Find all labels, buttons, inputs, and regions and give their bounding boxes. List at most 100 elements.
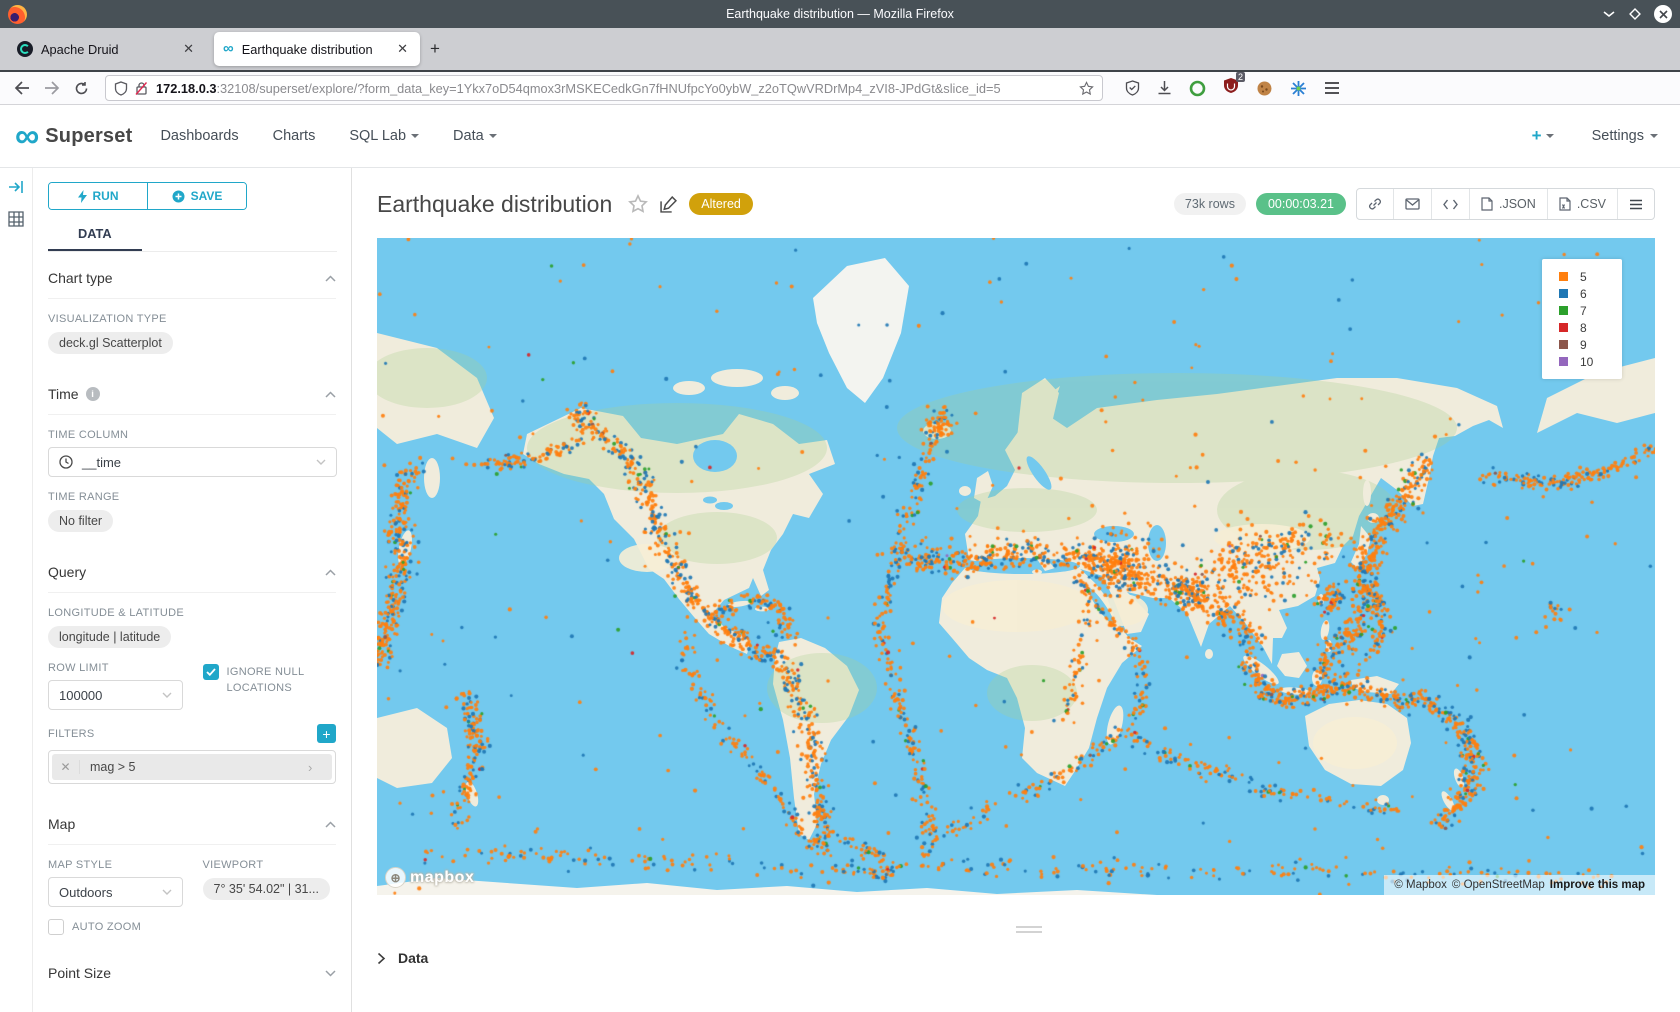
- back-icon[interactable]: [14, 81, 30, 95]
- nav-item-data[interactable]: Data: [453, 128, 497, 144]
- viewport-value[interactable]: 7° 35' 54.02" | 31...: [203, 878, 330, 900]
- close-icon[interactable]: [1654, 5, 1672, 23]
- expand-dataset-panel-icon[interactable]: [8, 180, 24, 194]
- chevron-down-icon: [325, 970, 336, 977]
- legend-entry[interactable]: 7: [1559, 302, 1622, 319]
- legend-entry[interactable]: 10: [1559, 353, 1622, 370]
- new-item-button[interactable]: +: [1532, 126, 1554, 146]
- panel-resize-handle[interactable]: [1016, 926, 1042, 933]
- save-button[interactable]: SAVE: [147, 183, 246, 209]
- section-time[interactable]: Timei: [48, 368, 336, 415]
- ignore-null-checkbox-row[interactable]: IGNORE NULL LOCATIONS: [203, 664, 337, 696]
- settings-menu[interactable]: Settings: [1592, 128, 1658, 144]
- section-query[interactable]: Query: [48, 546, 336, 593]
- earthquake-scatter-layer: [377, 238, 1655, 895]
- mapbox-attribution-link[interactable]: © Mapbox: [1394, 879, 1447, 891]
- forward-icon[interactable]: [44, 81, 60, 95]
- row-limit-select[interactable]: 100000: [48, 680, 183, 710]
- reload-icon[interactable]: [74, 81, 89, 96]
- export-json-button[interactable]: .JSON: [1469, 189, 1547, 219]
- legend-entry[interactable]: 6: [1559, 285, 1622, 302]
- chevron-right-icon[interactable]: ›: [308, 760, 332, 775]
- tab-earthquake-distribution[interactable]: ∞ Earthquake distribution ✕: [214, 32, 420, 66]
- bookmark-star-icon[interactable]: [1079, 81, 1094, 96]
- tab-data[interactable]: DATA: [48, 220, 142, 251]
- remove-filter-icon[interactable]: ✕: [52, 760, 80, 774]
- pocket-shield-icon[interactable]: [1125, 80, 1140, 96]
- map-style-select[interactable]: Outdoors: [48, 877, 183, 907]
- chart-menu-button[interactable]: [1617, 189, 1654, 219]
- extension-green-icon[interactable]: [1189, 80, 1206, 97]
- filters-label: FILTERS: [48, 728, 95, 740]
- save-label: SAVE: [191, 189, 223, 203]
- insecure-lock-icon[interactable]: [135, 81, 148, 96]
- export-csv-button[interactable]: .CSV: [1547, 189, 1617, 219]
- url-text[interactable]: 172.18.0.3:32108/superset/explore/?form_…: [156, 81, 1079, 96]
- favorite-star-icon[interactable]: [628, 194, 648, 214]
- nav-item-dashboards[interactable]: Dashboards: [160, 128, 238, 144]
- section-map[interactable]: Map: [48, 798, 336, 845]
- mapbox-logo-text: mapbox: [410, 869, 474, 887]
- section-title: Point Size: [48, 965, 111, 981]
- edit-pencil-icon[interactable]: [660, 196, 677, 213]
- altered-badge: Altered: [689, 193, 753, 215]
- add-filter-button[interactable]: +: [317, 724, 336, 743]
- tab-apache-druid[interactable]: Apache Druid ✕: [8, 32, 206, 66]
- url-host: 172.18.0.3: [156, 81, 217, 96]
- email-button[interactable]: [1393, 189, 1431, 219]
- plus-circle-icon: [172, 190, 185, 203]
- cookie-icon[interactable]: [1256, 80, 1273, 97]
- nav-item-label: SQL Lab: [349, 128, 406, 144]
- checkbox-unchecked-icon[interactable]: [48, 919, 64, 935]
- superset-brand[interactable]: ∞ Superset: [15, 121, 132, 151]
- tab-close-icon[interactable]: ✕: [394, 41, 411, 57]
- checkbox-checked-icon[interactable]: [203, 664, 219, 680]
- clock-icon: [59, 455, 73, 469]
- mapbox-logo[interactable]: ⊕ mapbox: [385, 867, 474, 888]
- legend-swatch-icon: [1559, 272, 1568, 281]
- filter-item[interactable]: ✕ mag > 5 ›: [52, 754, 332, 780]
- hamburger-menu-icon[interactable]: [1324, 81, 1340, 95]
- nav-item-charts[interactable]: Charts: [273, 128, 316, 144]
- deckgl-map[interactable]: 56 78910 ⊕ mapbox © Mapbox © OpenStreetMa…: [377, 238, 1655, 895]
- export-json-label: .JSON: [1499, 197, 1536, 211]
- data-results-collapse[interactable]: Data: [377, 950, 428, 966]
- time-column-select[interactable]: __time: [48, 447, 337, 477]
- minimize-icon[interactable]: [1602, 10, 1616, 18]
- tab-close-icon[interactable]: ✕: [180, 41, 197, 57]
- share-link-button[interactable]: [1357, 189, 1393, 219]
- legend-entry[interactable]: 5: [1559, 268, 1622, 285]
- tracking-shield-icon[interactable]: [114, 81, 128, 96]
- viz-type-value[interactable]: deck.gl Scatterplot: [48, 332, 173, 354]
- ublock-icon[interactable]: 2: [1223, 77, 1239, 99]
- nav-item-sql-lab[interactable]: SQL Lab: [349, 128, 419, 144]
- legend-entry[interactable]: 8: [1559, 319, 1622, 336]
- improve-map-link[interactable]: Improve this map: [1550, 879, 1645, 891]
- section-chart-type[interactable]: Chart type: [48, 252, 336, 299]
- legend-value: 7: [1580, 304, 1587, 318]
- section-point-size[interactable]: Point Size: [48, 947, 336, 993]
- download-icon[interactable]: [1157, 80, 1172, 96]
- chevron-up-icon: [325, 275, 336, 282]
- embed-code-button[interactable]: [1431, 189, 1469, 219]
- legend-entry[interactable]: 9: [1559, 336, 1622, 353]
- mail-icon: [1405, 198, 1420, 210]
- url-bar[interactable]: 172.18.0.3:32108/superset/explore/?form_…: [105, 75, 1103, 101]
- maximize-icon[interactable]: [1629, 8, 1641, 20]
- pinwheel-extension-icon[interactable]: [1290, 80, 1307, 97]
- tab-strip: Apache Druid ✕ ∞ Earthquake distribution…: [0, 28, 1680, 70]
- nav-item-label: Dashboards: [160, 128, 238, 144]
- ignore-null-label: IGNORE NULL LOCATIONS: [227, 664, 337, 696]
- time-range-value[interactable]: No filter: [48, 510, 113, 532]
- section-title: Query: [48, 564, 86, 580]
- auto-zoom-checkbox-row[interactable]: AUTO ZOOM: [48, 919, 336, 935]
- new-tab-button[interactable]: +: [430, 39, 440, 59]
- datasource-grid-icon[interactable]: [8, 211, 24, 227]
- viz-type-label: VISUALIZATION TYPE: [48, 313, 336, 325]
- hamburger-menu-icon: [1629, 199, 1643, 210]
- run-button[interactable]: RUN: [49, 183, 147, 209]
- section-title: Time: [48, 386, 79, 402]
- chevron-up-icon: [325, 391, 336, 398]
- osm-attribution-link[interactable]: © OpenStreetMap: [1452, 879, 1545, 891]
- lon-lat-value[interactable]: longitude | latitude: [48, 626, 171, 648]
